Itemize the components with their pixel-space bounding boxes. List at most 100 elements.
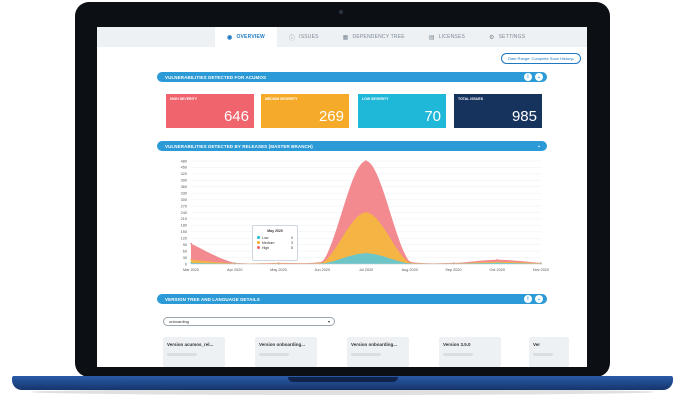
section-actions: ⌄ (535, 142, 543, 150)
laptop-shadow (30, 389, 655, 395)
info-icon[interactable]: i (524, 73, 532, 81)
chart-tooltip: May 2020 Low 0 Medium 3 High 5 (252, 225, 298, 261)
x-tick-label: Jul 2020 (359, 268, 373, 272)
x-tick-label: Jun 2020 (314, 268, 330, 272)
document-icon: ▤ (428, 34, 435, 41)
tooltip-title: May 2020 (267, 229, 283, 233)
chevron-down-icon[interactable]: ⌄ (535, 142, 543, 150)
tab-label: SETTINGS (498, 34, 526, 40)
y-tick-label: 240 (181, 211, 187, 215)
y-tick-label: 300 (181, 198, 187, 202)
chevron-down-icon: ▾ (327, 319, 330, 324)
y-tick-label: 390 (181, 179, 187, 183)
date-range-select[interactable]: Date Range: Complete Scan History ⌄ (501, 53, 581, 64)
tooltip-series: High (262, 245, 270, 250)
shield-icon: ◉ (227, 34, 233, 41)
y-tick-label: 480 (181, 159, 187, 163)
x-tick-label: Sep 2020 (445, 268, 461, 272)
tab-overview[interactable]: ◉ OVERVIEW (215, 27, 277, 47)
version-label: Version onboarding... (351, 342, 398, 347)
y-tick-label: 30 (183, 256, 187, 260)
x-tick-label: Oct 2020 (490, 268, 505, 272)
tooltip-value: 3 (291, 240, 293, 245)
y-tick-label: 180 (181, 224, 187, 228)
x-tick-label: Aug 2020 (402, 268, 418, 272)
section-actions: i ⌄ (524, 73, 543, 81)
card-medium-severity: MEDIUM SEVERITY 269 (261, 94, 349, 128)
tooltip-series: Medium (262, 240, 275, 245)
data-point-low (190, 262, 192, 264)
tooltip-row: High 5 (257, 245, 293, 250)
section-title: VERSION TREE AND LANGUAGE DETAILS (165, 296, 260, 302)
data-point-high (190, 242, 192, 245)
alert-icon: ⓘ (288, 35, 296, 42)
tab-settings[interactable]: ⚙ SETTINGS (477, 27, 537, 47)
branch-value: onboarding (169, 319, 190, 324)
tree-icon: ▦ (342, 34, 349, 41)
version-subline (443, 353, 473, 356)
version-label: Version onboarding... (259, 342, 306, 347)
card-label: HIGH SEVERITY (170, 97, 198, 101)
version-label: Ver (533, 342, 541, 347)
chevron-down-icon: ⌄ (570, 56, 575, 62)
data-point-low (365, 252, 367, 254)
camera-icon (339, 10, 343, 14)
info-icon[interactable]: i (524, 295, 532, 303)
version-subline (167, 353, 197, 356)
card-value: 70 (424, 108, 441, 125)
version-subline (533, 353, 553, 356)
version-card[interactable]: Ver (529, 337, 569, 367)
legend-dot (257, 241, 260, 244)
version-card[interactable]: Version onboarding... (255, 337, 317, 367)
section-title: VULNERABILITIES DETECTED BY RELEASES (MA… (165, 143, 313, 149)
screen: ◉ OVERVIEW ⓘ ISSUES ▦ DEPENDENCY TREE ▤ … (97, 27, 587, 367)
card-value: 269 (318, 108, 344, 125)
tooltip-value: 5 (291, 245, 293, 250)
section-versions[interactable]: VERSION TREE AND LANGUAGE DETAILS i ⌄ (157, 294, 547, 304)
data-point-high (496, 259, 498, 261)
card-total-issues: TOTAL ISSUES 985 (454, 94, 542, 128)
section-title: VULNERABILITIES DETECTED FOR ACUMOS (165, 74, 267, 80)
card-value: 646 (223, 108, 249, 125)
y-tick-label: 330 (181, 191, 187, 195)
section-releases[interactable]: VULNERABILITIES DETECTED BY RELEASES (MA… (157, 141, 547, 151)
card-high-severity: HIGH SEVERITY 646 (166, 94, 254, 128)
tab-label: LICENSES (438, 34, 466, 40)
version-card[interactable]: Version acumos_rel... (163, 337, 225, 367)
card-value: 985 (511, 108, 537, 125)
legend-dot (257, 246, 260, 249)
card-label: LOW SEVERITY (362, 97, 389, 101)
tab-label: ISSUES (299, 34, 319, 40)
tab-issues[interactable]: ⓘ ISSUES (277, 27, 331, 47)
version-subline (351, 353, 381, 356)
legend-dot (257, 236, 260, 239)
tab-dependency-tree[interactable]: ▦ DEPENDENCY TREE (331, 27, 417, 47)
y-tick-label: 120 (181, 237, 187, 241)
card-label: MEDIUM SEVERITY (265, 97, 298, 101)
data-point-medium (190, 259, 192, 261)
tooltip-value: 0 (291, 235, 293, 240)
chevron-down-icon[interactable]: ⌄ (535, 73, 543, 81)
card-label: TOTAL ISSUES (458, 97, 484, 101)
data-point-low (496, 262, 498, 264)
version-subline (259, 353, 289, 356)
tab-label: OVERVIEW (236, 34, 265, 40)
data-point-high (365, 160, 367, 162)
branch-select[interactable]: onboarding ▾ (163, 317, 335, 326)
version-card[interactable]: Version onboarding... (347, 337, 409, 367)
y-tick-label: 150 (181, 230, 187, 234)
x-tick-label: May 2020 (270, 268, 287, 272)
chevron-down-icon[interactable]: ⌄ (535, 295, 543, 303)
date-range-label: Date Range: Complete Scan History (508, 56, 573, 61)
y-tick-label: 60 (183, 249, 187, 253)
tab-licenses[interactable]: ▤ LICENSES (417, 27, 477, 47)
y-tick-label: 270 (181, 204, 187, 208)
y-tick-label: 360 (181, 185, 187, 189)
section-vulnerabilities[interactable]: VULNERABILITIES DETECTED FOR ACUMOS i ⌄ (157, 72, 547, 82)
version-card[interactable]: Version 3.5.0 (439, 337, 501, 367)
version-label: Version 3.5.0 (443, 342, 471, 347)
tooltip-series: Low (262, 235, 269, 240)
top-nav: ◉ OVERVIEW ⓘ ISSUES ▦ DEPENDENCY TREE ▤ … (97, 27, 587, 47)
y-tick-label: 450 (181, 166, 187, 170)
x-tick-label: Mar 2020 (183, 268, 199, 272)
